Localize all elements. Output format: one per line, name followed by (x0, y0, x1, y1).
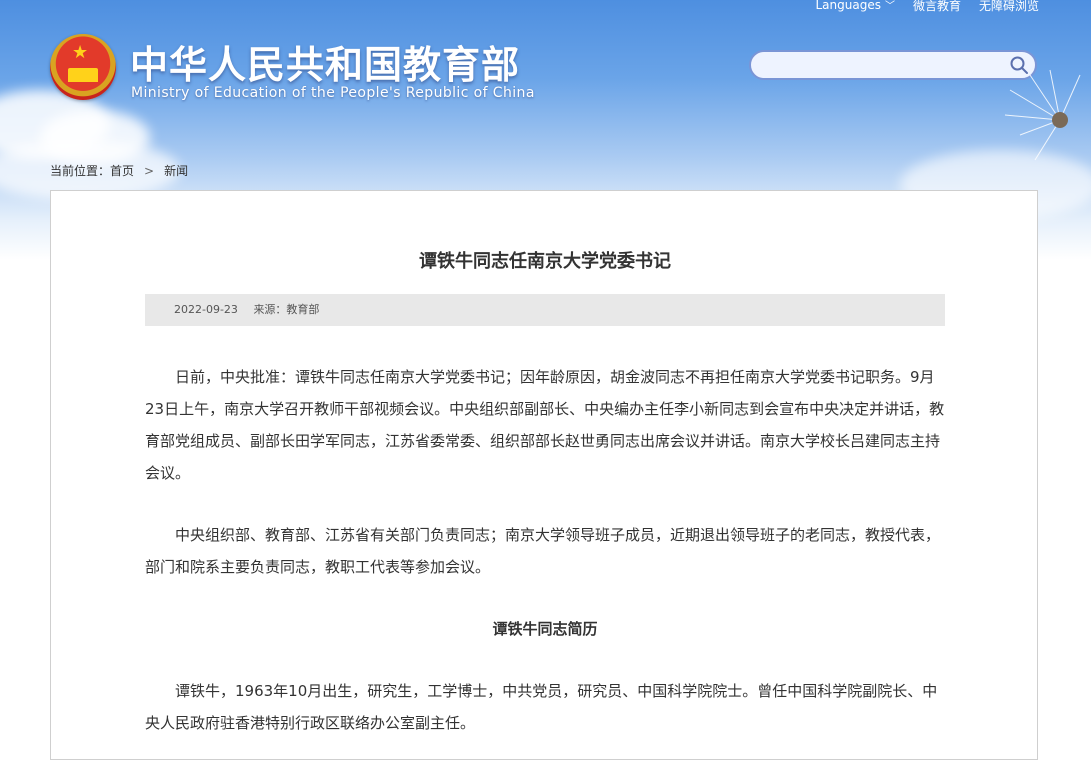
gate-icon (68, 68, 98, 82)
weiyan-link[interactable]: 微言教育 (913, 0, 961, 14)
site-subtitle: Ministry of Education of the People's Re… (131, 85, 535, 101)
breadcrumb-home-link[interactable]: 首页 (110, 162, 134, 179)
star-icon: ★ (72, 42, 89, 63)
article-meta-bar: 2022-09-23 来源：教育部 (145, 294, 945, 326)
accessibility-link[interactable]: 无障碍浏览 (979, 0, 1039, 14)
search-input[interactable] (763, 56, 1007, 76)
site-title: 中华人民共和国教育部 (130, 43, 521, 87)
chevron-down-icon: ﹀ (884, 1, 895, 12)
national-emblem-logo: ★ (50, 34, 116, 100)
article-date: 2022-09-23 (174, 303, 238, 316)
top-navigation: Languages ﹀ 微言教育 无障碍浏览 (815, 0, 1039, 14)
dandelion-decoration (1004, 69, 1081, 161)
article-bio-paragraph: 谭铁牛，1963年10月出生，研究生，工学博士，中共党员，研究员、中国科学院院士… (145, 682, 938, 732)
article-title: 谭铁牛同志任南京大学党委书记 (419, 251, 671, 272)
article-source: 来源：教育部 (253, 303, 320, 316)
article-paragraph: 日前，中央批准：谭铁牛同志任南京大学党委书记；因年龄原因，胡金波同志不再担任南京… (145, 368, 945, 482)
article-body: 日前，中央批准：谭铁牛同志任南京大学党委书记；因年龄原因，胡金波同志不再担任南京… (145, 361, 945, 769)
languages-menu[interactable]: Languages ﹀ (815, 0, 894, 14)
article-paragraph: 中央组织部、教育部、江苏省有关部门负责同志；南京大学领导班子成员，近期退出领导班… (145, 526, 941, 576)
breadcrumb: 当前位置： 首页 > 新闻 (50, 162, 188, 179)
breadcrumb-current-link[interactable]: 新闻 (164, 162, 188, 179)
breadcrumb-prefix: 当前位置： (50, 164, 111, 178)
breadcrumb-separator: > (144, 163, 155, 178)
article-subheading: 谭铁牛同志简历 (492, 620, 598, 638)
article-container: 谭铁牛同志任南京大学党委书记 2022-09-23 来源：教育部 日前，中央批准… (50, 190, 1038, 760)
